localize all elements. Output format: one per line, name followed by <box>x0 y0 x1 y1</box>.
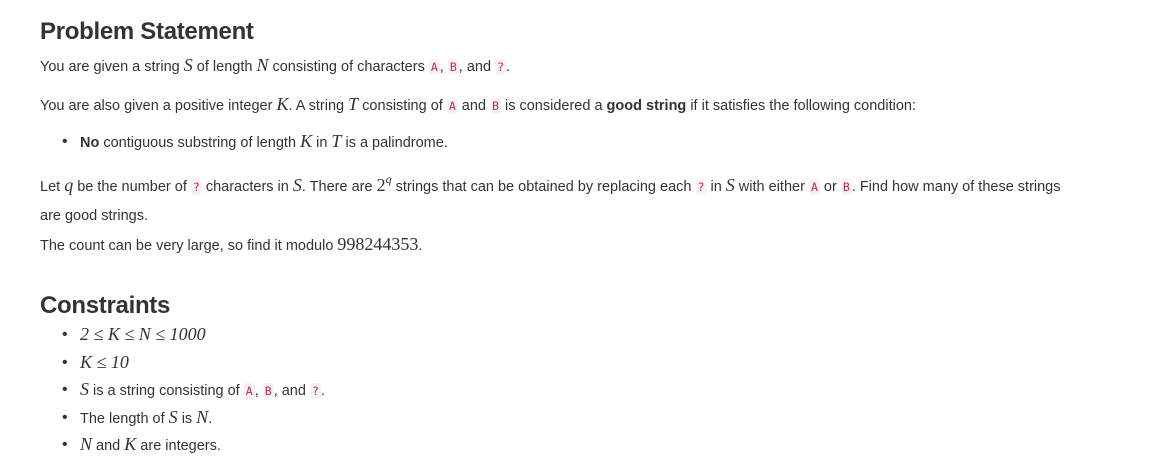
math-expression: K ≤ 10 <box>80 351 129 372</box>
bullet-icon: • <box>62 408 68 426</box>
text: if it satisfies the following condition: <box>686 98 916 114</box>
math-var: S <box>292 175 302 195</box>
constraints-list: • 2 ≤ K ≤ N ≤ 1000 • K ≤ 10 • S is a string… <box>40 322 325 460</box>
paragraph-string-definition: You are given a string S of length N con… <box>40 51 510 82</box>
list-item: • 2 ≤ K ≤ N ≤ 1000 <box>40 322 325 350</box>
code-char: A <box>446 98 458 114</box>
bullet-icon: • <box>62 436 68 453</box>
bullet-icon: • <box>62 353 68 371</box>
text: You are also given a positive integer <box>40 98 277 114</box>
text: . <box>506 59 511 75</box>
text: is <box>177 410 197 427</box>
text: . There are <box>301 179 377 195</box>
text: The length of <box>80 410 169 427</box>
math-var: N <box>80 434 93 454</box>
text: . <box>320 383 325 399</box>
math-var: T <box>331 131 342 151</box>
text: and <box>457 98 491 114</box>
math-var: S <box>183 55 193 75</box>
code-char: ? <box>190 179 202 195</box>
bullet-icon: • <box>62 381 68 398</box>
list-item: • N and K are integers. <box>40 432 325 460</box>
text: . <box>208 410 213 427</box>
text: are integers. <box>136 438 221 454</box>
text: Let <box>40 179 65 195</box>
problem-page: Problem Statement You are given a string… <box>0 0 1170 468</box>
constraints-heading: Constraints <box>40 292 171 319</box>
list-item: • S is a string consisting of A, B, and ?… <box>40 377 325 405</box>
math-var: q <box>64 175 74 195</box>
text: consisting of characters <box>268 59 429 75</box>
text: are good strings. <box>40 208 149 224</box>
text: . A string <box>288 98 349 114</box>
bold-term: No <box>80 135 100 151</box>
text: consisting of <box>358 98 447 114</box>
paragraph-count-description: Let q be the number of ? characters in S… <box>40 165 1130 231</box>
text: is considered a <box>500 98 607 114</box>
text: of length <box>192 59 257 75</box>
condition-list: • No contiguous substring of length K in … <box>40 127 448 158</box>
bold-term: good string <box>606 98 687 114</box>
code-char: B <box>490 98 501 114</box>
bullet-icon: • <box>62 326 68 343</box>
math-var: K <box>300 131 313 151</box>
bullet-icon: • <box>62 133 68 150</box>
code-char: A <box>808 179 820 195</box>
paragraph-good-string-definition: You are also given a positive integer K.… <box>40 90 916 121</box>
code-char: B <box>262 383 274 399</box>
problem-statement-heading: Problem Statement <box>40 18 254 45</box>
text: strings that can be obtained by replacin… <box>391 179 696 195</box>
math-expression: 2 ≤ K ≤ N ≤ 1000 <box>80 324 206 344</box>
paragraph-modulo: The count can be very large, so find it … <box>40 230 422 261</box>
math-var: S <box>168 406 178 427</box>
text: , <box>439 59 448 75</box>
text: , <box>254 383 263 399</box>
code-char: ? <box>695 179 707 195</box>
math-number: 998244353 <box>337 234 419 254</box>
text: characters in <box>201 179 293 195</box>
math-number: 2 <box>376 175 386 195</box>
text: in <box>706 179 726 195</box>
math-var: T <box>348 94 359 114</box>
text: in <box>312 135 332 151</box>
math-var: N <box>196 406 209 427</box>
text: with either <box>734 179 809 195</box>
list-item: • K ≤ 10 <box>40 350 325 378</box>
code-char: ? <box>495 59 507 75</box>
text: and <box>92 438 125 454</box>
text: contiguous substring of length <box>99 135 301 151</box>
code-char: B <box>840 179 852 195</box>
text: . Find how many of these strings <box>851 179 1061 195</box>
list-item: • No contiguous substring of length K in … <box>40 127 448 158</box>
text: You are given a string <box>40 59 184 75</box>
math-var: N <box>256 55 269 75</box>
code-char: A <box>428 59 440 75</box>
code-char: B <box>447 59 459 75</box>
text: , and <box>458 59 496 75</box>
math-var: S <box>80 379 89 399</box>
math-var: K <box>124 434 137 454</box>
text: is a palindrome. <box>341 135 448 151</box>
math-var: K <box>276 94 289 114</box>
math-var: S <box>725 175 735 195</box>
text: or <box>819 179 841 195</box>
text: is a string consisting of <box>89 383 244 399</box>
list-item: • The length of S is N. <box>40 405 325 433</box>
text: . <box>418 238 423 254</box>
text: be the number of <box>73 179 191 195</box>
text: The count can be very large, so find it … <box>40 238 338 254</box>
code-char: A <box>243 383 255 399</box>
code-char: ? <box>309 383 321 399</box>
text: , and <box>273 383 310 399</box>
